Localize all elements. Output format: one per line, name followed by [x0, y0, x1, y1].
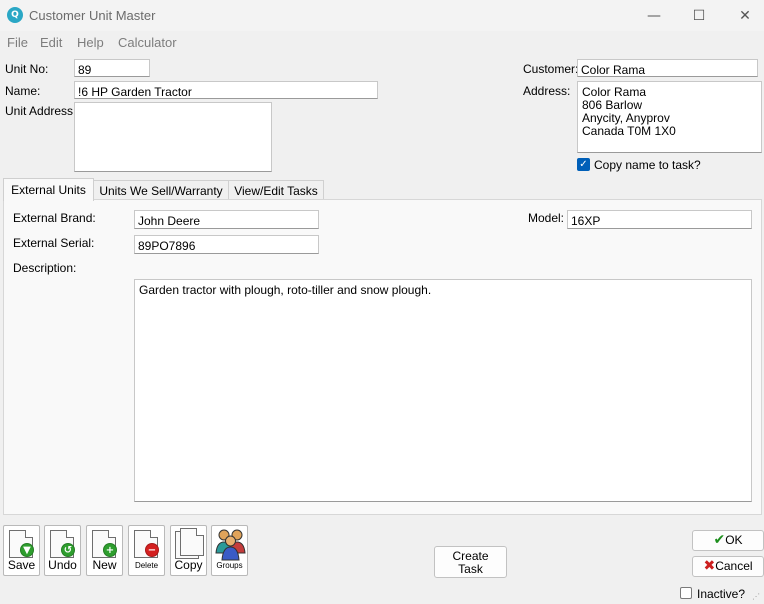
copy-button[interactable]: Copy [170, 525, 207, 576]
copy-name-checkbox[interactable]: ✓ [577, 158, 590, 171]
undo-label: Undo [48, 558, 77, 572]
address-field[interactable]: Color Rama 806 Barlow Anycity, Anyprov C… [577, 81, 762, 153]
save-button[interactable]: ▼ Save [3, 525, 40, 576]
customer-field[interactable]: Color Rama [577, 59, 758, 77]
address-line: Canada T0M 1X0 [582, 124, 676, 138]
unit-address-label: Unit Address: [5, 104, 77, 118]
minus-icon: − [145, 543, 159, 557]
menu-file[interactable]: File [7, 35, 28, 50]
people-group-icon [215, 529, 246, 561]
maximize-button[interactable]: ☐ [676, 0, 722, 31]
delete-label: Delete [134, 561, 159, 570]
unit-no-label: Unit No: [5, 62, 49, 76]
tab-external-units[interactable]: External Units [3, 178, 94, 201]
delete-button[interactable]: − Delete [128, 525, 165, 576]
external-brand-field[interactable]: John Deere [134, 210, 319, 229]
create-task-button[interactable]: Create Task [434, 546, 507, 578]
tab-view-edit-tasks[interactable]: View/Edit Tasks [228, 180, 324, 201]
document-copy-icon [180, 528, 204, 556]
external-units-panel: External Brand: John Deere External Seri… [3, 199, 762, 515]
model-label: Model: [528, 211, 565, 225]
name-label: Name: [5, 84, 41, 98]
new-button[interactable]: + New [86, 525, 123, 576]
undo-arrow-icon: ↺ [61, 543, 75, 557]
title-bar: Q Customer Unit Master — ☐ ✕ [0, 0, 764, 31]
plus-icon: + [103, 543, 117, 557]
inactive-label: Inactive? [697, 587, 746, 601]
copy-label: Copy [174, 558, 203, 572]
new-label: New [92, 558, 117, 572]
minimize-button[interactable]: — [631, 0, 677, 31]
description-label: Description: [13, 261, 77, 275]
tab-units-we-sell-warranty[interactable]: Units We Sell/Warranty [93, 180, 229, 201]
close-button[interactable]: ✕ [722, 0, 764, 31]
customer-label: Customer: [523, 62, 579, 76]
menu-calculator[interactable]: Calculator [118, 35, 177, 50]
groups-button[interactable]: Groups [211, 525, 248, 576]
save-label: Save [7, 558, 36, 572]
undo-button[interactable]: ↺ Undo [44, 525, 81, 576]
model-field[interactable]: 16XP [567, 210, 752, 229]
external-brand-label: External Brand: [13, 211, 96, 225]
cancel-label: Cancel [715, 559, 753, 573]
external-serial-field[interactable]: 89PO7896 [134, 235, 319, 254]
inactive-checkbox[interactable] [680, 587, 692, 599]
app-icon: Q [7, 7, 23, 23]
window-title: Customer Unit Master [29, 8, 156, 23]
checkmark-icon: ✔ [713, 532, 726, 548]
name-field[interactable]: !6 HP Garden Tractor [74, 81, 378, 99]
create-task-label: Task [458, 562, 483, 576]
ok-label: OK [725, 533, 743, 547]
unit-no-field[interactable]: 89 [74, 59, 150, 77]
save-arrow-icon: ▼ [20, 543, 34, 557]
menu-edit[interactable]: Edit [40, 35, 62, 50]
unit-address-field[interactable] [74, 102, 272, 172]
ok-button[interactable]: ✔OK [692, 530, 764, 551]
description-field[interactable]: Garden tractor with plough, roto-tiller … [134, 279, 752, 502]
menu-bar: File Edit Help Calculator [0, 31, 764, 52]
main-content: Unit No: 89 Name: !6 HP Garden Tractor U… [0, 52, 764, 604]
groups-label: Groups [216, 561, 243, 570]
cancel-x-icon: ✖ [703, 558, 716, 574]
copy-name-label: Copy name to task? [594, 158, 701, 172]
cancel-button[interactable]: ✖Cancel [692, 556, 764, 577]
external-serial-label: External Serial: [13, 236, 95, 250]
address-label: Address: [523, 84, 571, 98]
resize-grip-icon[interactable]: ⋰ [752, 592, 762, 602]
menu-help[interactable]: Help [77, 35, 104, 50]
